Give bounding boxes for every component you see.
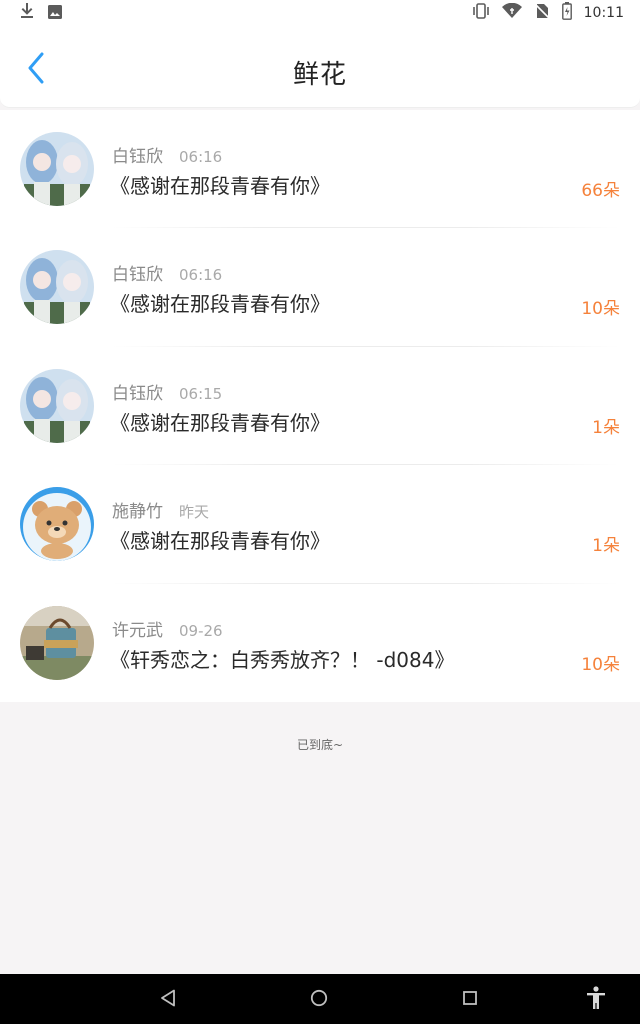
- gift-time: 昨天: [179, 503, 210, 522]
- battery-icon: [561, 2, 572, 24]
- bear-avatar[interactable]: [20, 487, 94, 562]
- flower-count: 1朵: [592, 536, 620, 557]
- flower-count: 1朵: [592, 417, 620, 438]
- gift-meta: 施静竹 昨天: [112, 497, 209, 522]
- gift-message: 《感谢在那段青春有你》: [110, 529, 330, 554]
- gift-meta: 许元武 09-26: [112, 616, 223, 641]
- nav-back-button[interactable]: [155, 987, 181, 1013]
- gift-meta: 白钰欣 06:16: [112, 142, 222, 167]
- gift-message: 《感谢在那段青春有你》: [110, 174, 330, 198]
- home-circle-icon: [310, 989, 328, 1011]
- download-icon: [20, 3, 34, 23]
- sender-name: 白钰欣: [112, 383, 163, 404]
- sender-name: 白钰欣: [112, 265, 163, 286]
- system-nav-bar: [0, 974, 640, 1024]
- back-triangle-icon: [160, 989, 176, 1011]
- flower-count: 10朵: [581, 654, 620, 675]
- gift-message: 《轩秀恋之：白秀秀放齐？！ -d084》: [110, 647, 455, 672]
- gift-time: 09-26: [179, 621, 223, 640]
- end-of-list-text: 已到底~: [296, 738, 344, 752]
- vibrate-icon: [472, 3, 490, 23]
- page-title: 鲜花: [292, 60, 347, 90]
- gift-row[interactable]: 白钰欣 06:16 《感谢在那段青春有你》 66朵: [0, 110, 640, 229]
- flower-count: 66朵: [581, 181, 620, 201]
- wifi-icon: [501, 2, 522, 23]
- gift-row[interactable]: 白钰欣 06:16 《感谢在那段青春有你》 10朵: [0, 228, 640, 347]
- gift-message: 《感谢在那段青春有你》: [110, 292, 330, 317]
- nav-recents-button[interactable]: [457, 987, 483, 1013]
- nav-home-button[interactable]: [306, 987, 332, 1013]
- sender-name: 施静竹: [112, 502, 163, 523]
- anime-avatar[interactable]: [20, 250, 94, 325]
- sender-name: 白钰欣: [112, 147, 163, 167]
- image-icon: [48, 4, 62, 23]
- status-time: 10:11: [583, 5, 624, 21]
- sender-name: 许元武: [112, 620, 163, 641]
- photo-avatar[interactable]: [20, 605, 94, 680]
- anime-avatar[interactable]: [20, 132, 94, 206]
- flower-gift-list: 白钰欣 06:16 《感谢在那段青春有你》 66朵 白钰欣 06:16 《感谢在…: [0, 110, 640, 702]
- header-bar: 鲜花: [0, 26, 640, 108]
- gift-time: 06:16: [179, 266, 223, 285]
- accessibility-icon: [585, 986, 607, 1014]
- gift-meta: 白钰欣 06:15: [112, 379, 222, 404]
- flower-count: 10朵: [581, 299, 620, 320]
- status-left: [20, 3, 62, 23]
- accessibility-button[interactable]: [583, 986, 609, 1014]
- anime-avatar[interactable]: [20, 368, 94, 443]
- gift-time: 06:15: [179, 384, 223, 403]
- gift-meta: 白钰欣 06:16: [112, 260, 222, 285]
- gift-row[interactable]: 施静竹 昨天 《感谢在那段青春有你》 1朵: [0, 465, 640, 584]
- gift-row[interactable]: 白钰欣 06:15 《感谢在那段青春有你》 1朵: [0, 347, 640, 466]
- gift-time: 06:16: [179, 148, 223, 166]
- status-right: 10:11: [472, 2, 624, 24]
- gift-message: 《感谢在那段青春有你》: [110, 410, 330, 435]
- status-bar: 10:11: [0, 0, 640, 26]
- gift-row[interactable]: 许元武 09-26 《轩秀恋之：白秀秀放齐？！ -d084》 10朵: [0, 584, 640, 702]
- recents-square-icon: [462, 990, 478, 1010]
- no-sim-icon: [534, 3, 550, 23]
